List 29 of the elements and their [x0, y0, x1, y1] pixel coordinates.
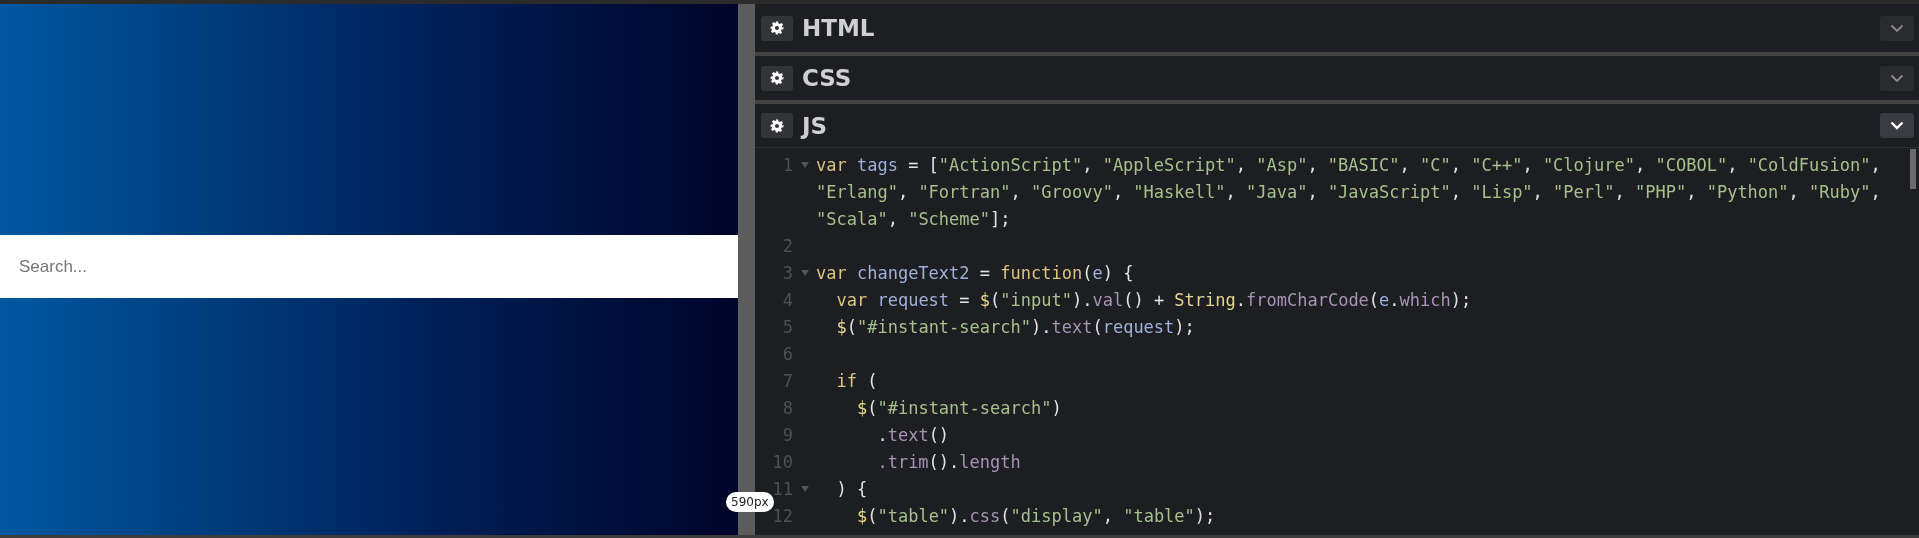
panel-title: HTML	[802, 15, 876, 41]
settings-icon	[770, 21, 784, 35]
panel-title: JS	[802, 112, 829, 139]
expand-button[interactable]	[1880, 113, 1914, 138]
settings-icon	[770, 71, 784, 85]
code-line: ) {	[835, 478, 869, 501]
settings-button[interactable]	[761, 113, 793, 138]
chevron-down-icon	[1890, 73, 1904, 83]
settings-button[interactable]	[761, 65, 793, 91]
fold-arrow-icon[interactable]	[800, 162, 809, 168]
settings-icon	[770, 118, 784, 133]
code-line: var tags = ["ActionScript", "AppleScript", "Asp", "BASIC", "C", "C++", "Clojure", "COBOL", "ColdFusion", "Erlang", "Fortran", "Groovy", "Haskell", "Java", "JavaScript", "Lisp", "Perl", "PHP", "Python", "Ruby", "Scala", "Scheme"];	[816, 154, 1882, 231]
code-line: if (	[835, 370, 879, 393]
code-line: $("#instant-search").text(request);	[835, 316, 1196, 339]
width-badge: 590px	[726, 492, 774, 512]
code-line: var request = $("input").val() + String.fromCharCode(e.which);	[835, 289, 1473, 312]
fold-arrow-icon[interactable]	[800, 270, 809, 276]
chevron-down-icon	[1890, 121, 1904, 130]
code-line: $("#instant-search")	[855, 397, 1063, 420]
chevron-down-icon	[1890, 23, 1904, 33]
settings-button[interactable]	[761, 15, 793, 41]
scrollbar[interactable]	[1910, 149, 1916, 189]
search-field[interactable]: Search...	[0, 235, 738, 298]
code-line: var changeText2 = function(e) {	[816, 262, 1135, 285]
panel-title: CSS	[802, 65, 853, 91]
fold-arrow-icon[interactable]	[800, 486, 809, 492]
code-line: $("table").css("display", "table");	[855, 505, 1217, 528]
code-line: .trim().length	[876, 451, 1022, 474]
code-line: .text()	[876, 424, 951, 447]
